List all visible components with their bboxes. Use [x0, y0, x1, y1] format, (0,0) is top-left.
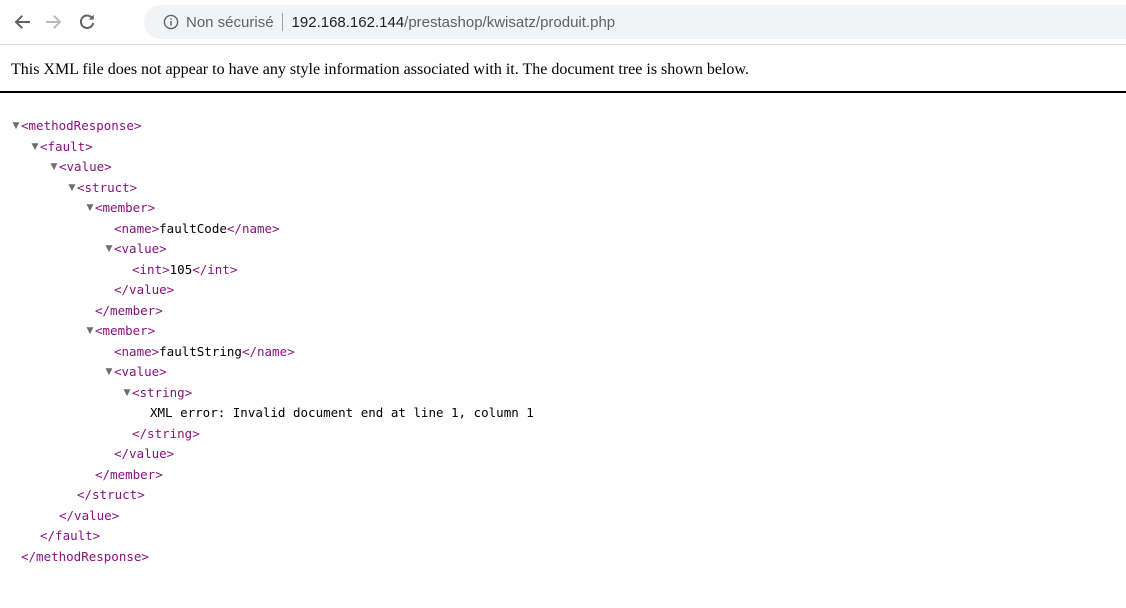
- xml-open-tag: <value>: [59, 159, 112, 174]
- xml-close-tag: </value>: [114, 282, 175, 297]
- forward-button[interactable]: [40, 8, 68, 36]
- tree-line: </methodResponse>: [0, 547, 1126, 568]
- tree-line: </value>: [0, 444, 1126, 465]
- tree-line: </value>: [0, 280, 1126, 301]
- url-separator: [281, 13, 283, 31]
- tree-line: ▼ <member>: [0, 198, 1126, 219]
- collapse-toggle-icon[interactable]: ▼: [67, 178, 77, 199]
- tree-line: ▼ <value>: [0, 362, 1126, 383]
- tree-line: ▼ <value>: [0, 157, 1126, 178]
- arrow-right-icon: [46, 15, 62, 29]
- xml-close-tag: </string>: [132, 425, 200, 441]
- xml-open-tag: <methodResponse>: [21, 118, 142, 133]
- url-text[interactable]: 192.168.162.144/prestashop/kwisatz/produ…: [292, 14, 616, 31]
- arrow-left-icon: [14, 15, 30, 29]
- xml-close-tag: </value>: [114, 446, 175, 461]
- xml-text-value: XML error: Invalid document end at line …: [150, 405, 534, 420]
- xml-text-value: 105: [169, 261, 193, 277]
- xml-open-tag: <struct>: [77, 179, 138, 195]
- collapse-toggle-icon[interactable]: ▼: [30, 137, 40, 158]
- tree-line: <name>faultString</name>: [0, 342, 1126, 363]
- xml-open-tag: <string>: [132, 384, 193, 400]
- xml-open-tag: <name>: [114, 220, 160, 236]
- tree-line: XML error: Invalid document end at line …: [0, 403, 1126, 424]
- url-host: 192.168.162.144: [291, 13, 405, 31]
- collapse-toggle-icon[interactable]: ▼: [11, 116, 21, 137]
- tree-line: ▼ <string>: [0, 383, 1126, 404]
- tree-line: ▼ <member>: [0, 321, 1126, 342]
- tree-line: <int>105</int>: [0, 260, 1126, 281]
- xml-text-value: faultString: [159, 343, 242, 359]
- xml-close-tag: </int>: [192, 261, 238, 277]
- url-path: /prestashop/kwisatz/produit.php: [404, 13, 616, 31]
- xml-close-tag: </member>: [95, 302, 163, 318]
- info-circle-icon[interactable]: [163, 14, 179, 30]
- xml-close-tag: </name>: [226, 220, 280, 236]
- browser-toolbar: Non sécurisé 192.168.162.144/prestashop/…: [0, 0, 1126, 45]
- tree-line: </member>: [0, 301, 1126, 322]
- tree-line: </string>: [0, 424, 1126, 445]
- xml-close-tag: </member>: [95, 466, 163, 482]
- collapse-toggle-icon[interactable]: ▼: [104, 362, 114, 383]
- collapse-toggle-icon[interactable]: ▼: [85, 321, 95, 342]
- tree-line: ▼ <value>: [0, 239, 1126, 260]
- security-label[interactable]: Non sécurisé: [186, 14, 274, 31]
- tree-line: <name>faultCode</name>: [0, 219, 1126, 240]
- xml-tree: ▼ <methodResponse> ▼ <fault> ▼ <value> ▼…: [0, 116, 1126, 567]
- xml-open-tag: <int>: [132, 261, 170, 277]
- tree-line: ▼ <struct>: [0, 178, 1126, 199]
- xml-close-tag: </struct>: [77, 487, 145, 502]
- back-button[interactable]: [8, 8, 36, 36]
- reload-icon: [79, 14, 95, 29]
- xml-close-tag: </fault>: [40, 528, 101, 543]
- xml-info-message: This XML file does not appear to have an…: [11, 61, 749, 78]
- xml-open-tag: <member>: [95, 200, 156, 215]
- reload-button[interactable]: [73, 8, 101, 36]
- xml-close-tag: </methodResponse>: [21, 548, 149, 564]
- xml-text-value: faultCode: [159, 220, 227, 236]
- collapse-toggle-icon[interactable]: ▼: [122, 383, 132, 404]
- xml-open-tag: <value>: [114, 364, 167, 379]
- collapse-toggle-icon[interactable]: ▼: [104, 239, 114, 260]
- address-bar[interactable]: Non sécurisé 192.168.162.144/prestashop/…: [144, 5, 1126, 39]
- collapse-toggle-icon[interactable]: ▼: [49, 157, 59, 178]
- tree-line: ▼ <methodResponse>: [0, 116, 1126, 137]
- tree-line: </value>: [0, 506, 1126, 527]
- xml-close-tag: </name>: [241, 343, 295, 359]
- xml-close-tag: </value>: [59, 507, 120, 523]
- tree-line: ▼ <fault>: [0, 137, 1126, 158]
- xml-open-tag: <member>: [95, 323, 156, 338]
- tree-line: </struct>: [0, 485, 1126, 506]
- xml-open-tag: <name>: [114, 343, 160, 359]
- xml-open-tag: <fault>: [40, 138, 93, 154]
- collapse-toggle-icon[interactable]: ▼: [85, 198, 95, 219]
- tree-line: </member>: [0, 465, 1126, 486]
- tree-line: </fault>: [0, 526, 1126, 547]
- xml-open-tag: <value>: [114, 241, 167, 256]
- xml-info-header: This XML file does not appear to have an…: [0, 45, 1126, 93]
